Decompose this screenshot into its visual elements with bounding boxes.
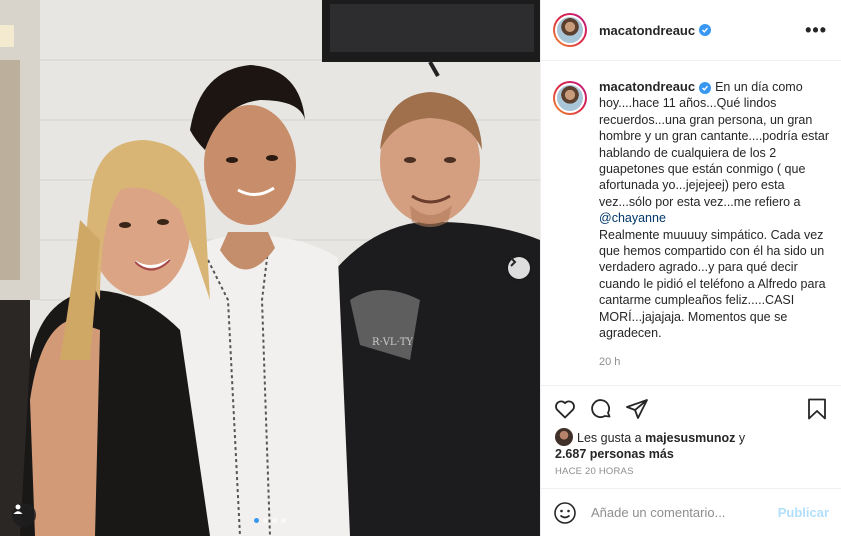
user-tag-icon: [13, 504, 23, 514]
mention-link[interactable]: @chayanne: [599, 211, 666, 225]
likes-user-link[interactable]: majesusmunoz: [645, 431, 735, 445]
post-timestamp[interactable]: HACE 20 HORAS: [555, 466, 634, 477]
likes-summary: Les gusta a majesusmunoz y 2.687 persona…: [555, 428, 827, 462]
post-photo[interactable]: R·VL·TY: [0, 0, 540, 536]
heart-icon: [555, 400, 575, 419]
caption-timestamp[interactable]: 20 h: [599, 354, 829, 370]
publish-button[interactable]: Publicar: [778, 505, 829, 520]
emoji-icon: [554, 501, 576, 524]
like-button[interactable]: [553, 397, 577, 421]
comment-button[interactable]: [589, 397, 613, 421]
comment-icon: [591, 399, 611, 418]
share-button[interactable]: [625, 397, 649, 421]
save-button[interactable]: [805, 397, 829, 421]
likes-count-link[interactable]: 2.687 personas más: [555, 447, 674, 461]
comment-input[interactable]: [591, 505, 771, 520]
chevron-right-icon: [510, 257, 517, 267]
comment-form: Publicar: [541, 488, 841, 536]
verified-badge-icon: [699, 82, 712, 94]
carousel-dot: [272, 518, 277, 523]
caption-username[interactable]: macatondreauc: [599, 79, 695, 94]
likes-and: y: [735, 431, 746, 445]
action-bar: [541, 393, 841, 425]
verified-badge-icon: [699, 24, 712, 36]
user-tag-button[interactable]: [12, 503, 36, 527]
post-header: macatondreauc •••: [541, 0, 841, 61]
emoji-button[interactable]: [553, 501, 577, 525]
carousel-dot: [254, 518, 259, 523]
header-username[interactable]: macatondreauc: [599, 23, 695, 38]
avatar[interactable]: [553, 13, 587, 47]
more-options-icon[interactable]: •••: [805, 20, 827, 41]
caption-text-part1: En un día como hoy....hace 11 años...Qué…: [599, 80, 829, 209]
caption-area: macatondreauc En un día como hoy....hace …: [541, 61, 841, 386]
avatar[interactable]: [555, 428, 573, 446]
caption-text-part2: Realmente muuuuy simpático. Cada vez que…: [599, 227, 826, 341]
bookmark-icon: [808, 398, 826, 420]
next-photo-button[interactable]: [508, 257, 530, 279]
caption: macatondreauc En un día como hoy....hace …: [599, 79, 829, 385]
photo-illustration: R·VL·TY: [0, 0, 540, 536]
avatar[interactable]: [553, 81, 587, 115]
share-icon: [626, 399, 648, 419]
likes-prefix: Les gusta a: [577, 431, 646, 445]
carousel-indicator: [254, 518, 286, 523]
post-side-panel: macatondreauc ••• macatondreauc En un día…: [540, 0, 841, 536]
carousel-dot: [263, 518, 268, 523]
carousel-dot: [281, 518, 286, 523]
svg-text:R·VL·TY: R·VL·TY: [372, 337, 413, 348]
